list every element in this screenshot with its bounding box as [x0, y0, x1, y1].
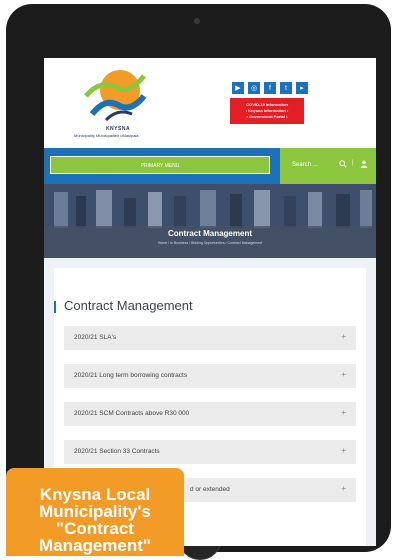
- search-icon[interactable]: [339, 160, 347, 168]
- camera-dot: [194, 18, 200, 24]
- plus-icon[interactable]: +: [341, 332, 346, 341]
- navbar: PRIMARY MENU Search ... |: [44, 148, 376, 184]
- search-input[interactable]: Search ...: [292, 162, 318, 168]
- plus-icon[interactable]: +: [341, 408, 346, 417]
- logo-tagline: Municipality Munisipaliteit uMasipala: [74, 133, 139, 138]
- caption-overlay: Knysna Local Municipality's "Contract Ma…: [6, 468, 184, 556]
- play-icon[interactable]: ▶: [232, 82, 244, 94]
- covid-line-3[interactable]: • Government Portal •: [230, 114, 304, 120]
- logo-name: KNYSNA: [105, 126, 131, 132]
- accordion-item[interactable]: 2020/21 SCM Contracts above R30 000 +: [64, 402, 356, 426]
- plus-icon[interactable]: +: [341, 370, 346, 379]
- primary-menu-button[interactable]: PRIMARY MENU: [50, 156, 270, 174]
- social-icons: ▶ ◎ f t ▸: [232, 82, 308, 94]
- site-header: KNYSNA Municipality Munisipaliteit uMasi…: [44, 58, 376, 148]
- plus-icon[interactable]: +: [341, 484, 346, 493]
- accordion-item-label: 2020/21 Section 33 Contracts: [74, 448, 160, 455]
- knysna-logo[interactable]: [72, 62, 162, 126]
- accordion-item-label: d or extended: [190, 486, 230, 493]
- accordion-item[interactable]: 2020/21 Section 33 Contracts +: [64, 440, 356, 464]
- covid-info-box[interactable]: COVID-19 Information • Knysna Informatio…: [230, 98, 304, 124]
- youtube-icon[interactable]: ▸: [296, 82, 308, 94]
- hero-title: Contract Management: [167, 229, 252, 238]
- accordion-item-label: 2020/21 Long term borrowing contracts: [74, 372, 188, 379]
- breadcrumb[interactable]: Home / In Business / Bidding Opportuniti…: [44, 241, 376, 245]
- search-area: Search ... |: [280, 148, 376, 184]
- facebook-icon[interactable]: f: [264, 82, 276, 94]
- accordion-item[interactable]: 2020/21 SLA's +: [64, 326, 356, 350]
- hero-banner: Contract Management Home / In Business /…: [44, 184, 376, 258]
- page-title: Contract Management: [64, 298, 193, 313]
- accordion-item[interactable]: 2020/21 Long term borrowing contracts +: [64, 364, 356, 388]
- user-icon[interactable]: [360, 160, 368, 168]
- camera-icon[interactable]: ◎: [248, 82, 260, 94]
- plus-icon[interactable]: +: [341, 446, 346, 455]
- accordion-item-label: 2020/21 SCM Contracts above R30 000: [74, 410, 190, 417]
- twitter-icon[interactable]: t: [280, 82, 292, 94]
- heading-accent-bar: [54, 301, 56, 313]
- nav-separator: |: [352, 160, 354, 166]
- accordion-item-label: 2020/21 SLA's: [74, 334, 117, 341]
